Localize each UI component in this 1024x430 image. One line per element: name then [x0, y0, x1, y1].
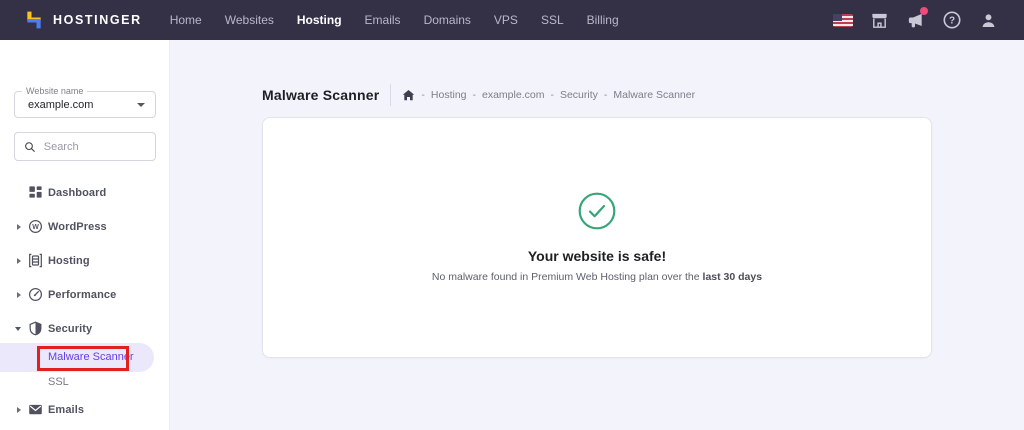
sidebar-item-label: Hosting — [48, 255, 90, 267]
svg-text:W: W — [32, 224, 39, 231]
svg-text:?: ? — [949, 16, 955, 27]
chevron-right-icon — [17, 224, 21, 230]
divider — [390, 84, 391, 106]
help-icon[interactable]: ? — [942, 10, 962, 30]
breadcrumb-separator: - — [604, 89, 608, 101]
chevron-right-icon — [17, 407, 21, 413]
profile-icon[interactable] — [979, 11, 998, 30]
sidebar: Website name example.com Dashboard W — [0, 40, 170, 430]
hostinger-logo-icon — [24, 10, 44, 30]
chevron-down-icon — [137, 103, 145, 107]
sidebar-item-security[interactable]: Security — [0, 317, 170, 341]
nav-domains[interactable]: Domains — [424, 13, 471, 27]
breadcrumb-separator: - — [473, 89, 477, 101]
page-title: Malware Scanner — [262, 87, 379, 103]
sidebar-item-performance[interactable]: Performance — [0, 283, 170, 307]
chevron-down-icon — [15, 327, 21, 331]
website-select[interactable]: Website name example.com — [14, 91, 156, 118]
check-circle-icon — [578, 192, 616, 230]
page-header: Malware Scanner - Hosting - example.com … — [262, 84, 695, 106]
home-icon[interactable] — [402, 89, 415, 102]
notification-badge — [920, 7, 928, 15]
sidebar-item-label: Dashboard — [48, 187, 106, 199]
top-navigation-bar: HOSTINGER Home Websites Hosting Emails D… — [0, 0, 1024, 40]
hostinger-logo[interactable]: HOSTINGER — [24, 10, 142, 30]
chevron-right-icon — [17, 258, 21, 264]
topbar-actions: ? — [833, 10, 998, 30]
nav-ssl[interactable]: SSL — [541, 13, 564, 27]
sidebar-item-dashboard[interactable]: Dashboard — [0, 181, 170, 205]
sidebar-item-label: WordPress — [48, 221, 107, 233]
sidebar-item-hosting[interactable]: Hosting — [0, 249, 170, 273]
nav-emails[interactable]: Emails — [365, 13, 401, 27]
search-icon — [24, 140, 36, 154]
main-content: Malware Scanner - Hosting - example.com … — [170, 40, 1024, 430]
security-shield-icon — [28, 321, 43, 341]
sidebar-item-label: Malware Scanner — [48, 351, 134, 363]
nav-hosting[interactable]: Hosting — [297, 13, 342, 27]
status-message-bold: last 30 days — [703, 271, 763, 283]
nav-websites[interactable]: Websites — [225, 13, 274, 27]
sidebar-item-label: Emails — [48, 404, 84, 416]
emails-envelope-icon — [28, 402, 43, 422]
announcements-megaphone-icon[interactable] — [906, 11, 925, 30]
sidebar-item-label: SSL — [48, 376, 69, 388]
language-us-flag-icon[interactable] — [833, 14, 853, 27]
breadcrumb-item[interactable]: example.com — [482, 89, 544, 101]
store-icon[interactable] — [870, 11, 889, 30]
nav-home[interactable]: Home — [170, 13, 202, 27]
status-heading: Your website is safe! — [263, 248, 931, 264]
search-box[interactable] — [14, 132, 156, 161]
breadcrumb-separator: - — [421, 89, 425, 101]
chevron-right-icon — [17, 292, 21, 298]
sidebar-item-ssl[interactable]: SSL — [0, 370, 170, 394]
top-nav: Home Websites Hosting Emails Domains VPS… — [170, 13, 619, 27]
search-input[interactable] — [44, 141, 146, 153]
dashboard-icon — [28, 185, 43, 205]
website-select-label: Website name — [22, 86, 87, 96]
nav-vps[interactable]: VPS — [494, 13, 518, 27]
breadcrumb-item-current: Malware Scanner — [613, 89, 695, 101]
status-message-text: No malware found in Premium Web Hosting … — [432, 271, 703, 283]
breadcrumb-separator: - — [550, 89, 554, 101]
malware-status-card: Your website is safe! No malware found i… — [262, 117, 932, 358]
website-select-value: example.com — [28, 99, 93, 111]
performance-gauge-icon — [28, 287, 43, 307]
sidebar-item-wordpress[interactable]: W WordPress — [0, 215, 170, 239]
breadcrumb-item[interactable]: Hosting — [431, 89, 467, 101]
wordpress-icon: W — [28, 219, 43, 239]
nav-billing[interactable]: Billing — [587, 13, 619, 27]
sidebar-item-emails[interactable]: Emails — [0, 398, 170, 422]
hosting-icon — [28, 253, 43, 273]
breadcrumb: - Hosting - example.com - Security - Mal… — [402, 89, 695, 102]
status-message: No malware found in Premium Web Hosting … — [263, 271, 931, 283]
sidebar-item-label: Security — [48, 323, 92, 335]
sidebar-item-malware-scanner[interactable]: Malware Scanner — [0, 343, 154, 372]
breadcrumb-item[interactable]: Security — [560, 89, 598, 101]
brand-name: HOSTINGER — [53, 13, 142, 27]
sidebar-item-label: Performance — [48, 289, 116, 301]
